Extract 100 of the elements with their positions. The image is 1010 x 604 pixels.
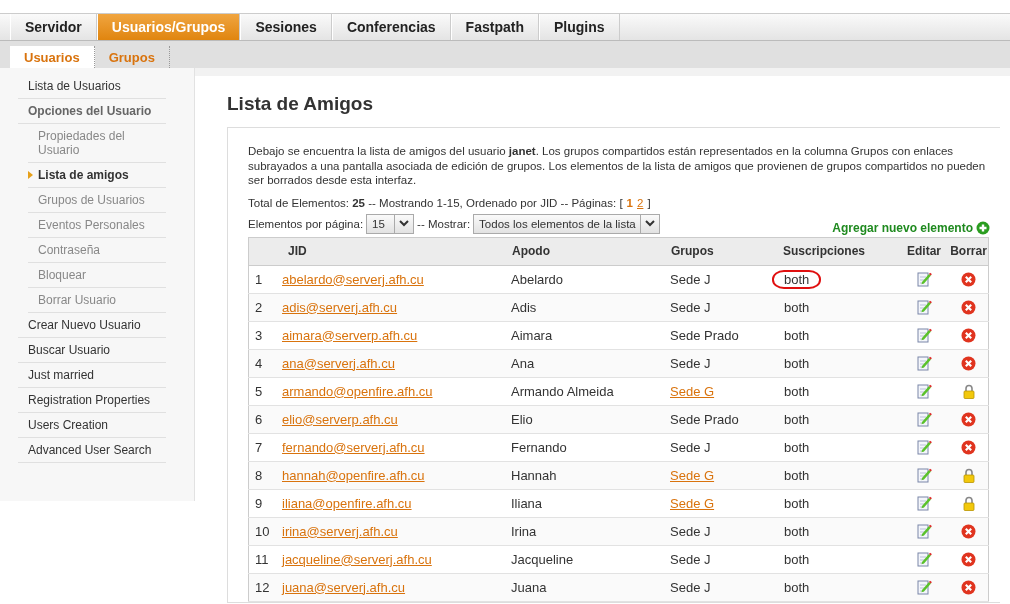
nav-tab[interactable]: Plugins (538, 14, 620, 40)
sidebar-item[interactable]: Lista de Usuarios (18, 74, 166, 99)
table-cell-text: Sede J (670, 355, 711, 371)
sidebar-item[interactable]: Just married (18, 363, 166, 388)
row-number: 11 (248, 545, 282, 573)
edit-icon[interactable] (916, 271, 932, 288)
table-cell-text: both (783, 326, 811, 344)
group-link[interactable]: Sede G (670, 495, 715, 511)
column-header: Borrar (949, 237, 989, 265)
jid-link[interactable]: fernando@serverj.afh.cu (282, 439, 425, 455)
table-cell: Abelardo (511, 265, 670, 293)
sidebar-item[interactable]: Propiedades del Usuario (28, 124, 166, 163)
table-cell: Armando Almeida (511, 377, 670, 405)
row-number: 1 (248, 265, 282, 293)
jid-link[interactable]: jacqueline@serverj.afh.cu (282, 551, 432, 567)
table-cell-text: Sede J (670, 551, 711, 567)
table-cell-text: Sede J (670, 299, 711, 315)
edit-icon[interactable] (916, 579, 932, 596)
filter-label: -- Mostrar: (417, 217, 471, 230)
group-link[interactable]: Sede G (670, 383, 715, 399)
delete-icon[interactable] (961, 524, 976, 540)
edit-icon[interactable] (916, 523, 932, 540)
nav-tab[interactable]: Servidor (10, 14, 97, 40)
delete-icon[interactable] (961, 580, 976, 596)
edit-icon[interactable] (916, 411, 932, 428)
per-page-label: Elementos por página: (248, 217, 364, 230)
edit-icon[interactable] (916, 383, 932, 400)
row-number: 2 (248, 293, 282, 321)
row-number: 7 (248, 433, 282, 461)
add-item-link[interactable]: Agregar nuevo elemento (832, 220, 973, 235)
edit-icon[interactable] (916, 495, 932, 512)
table-cell-text: both (783, 298, 811, 316)
sidebar-item[interactable]: Users Creation (18, 413, 166, 438)
sub-tab[interactable]: Usuarios (10, 46, 95, 68)
sidebar-item[interactable]: Registration Properties (18, 388, 166, 413)
table-cell: Fernando (511, 433, 670, 461)
delete-icon[interactable] (961, 272, 976, 288)
sidebar-item[interactable]: Advanced User Search (18, 438, 166, 463)
edit-icon[interactable] (916, 355, 932, 372)
column-header: JID (282, 237, 511, 265)
nav-tab[interactable]: Sesiones (240, 14, 332, 40)
nav-tab[interactable]: Conferencias (331, 14, 451, 40)
table-cell: Iliana (511, 489, 670, 517)
table-cell: Hannah (511, 461, 670, 489)
sidebar-item[interactable]: Buscar Usuario (18, 338, 166, 363)
table-cell-text: Sede Prado (670, 327, 739, 343)
filter-select[interactable]: Todos los elementos de la lista (473, 213, 660, 234)
table-cell-text: Sede J (670, 271, 711, 287)
table-cell-text: both (783, 382, 811, 400)
delete-icon[interactable] (961, 328, 976, 344)
jid-link[interactable]: abelardo@serverj.afh.cu (282, 271, 424, 287)
sidebar-item[interactable]: Contraseña (28, 238, 166, 263)
summary-text: Total de Elementos: 25 -- Mostrando 1-15, Ordenado por JID -- Páginas: [ (248, 196, 623, 209)
row-number: 5 (248, 377, 282, 405)
delete-icon[interactable] (961, 552, 976, 568)
page-link[interactable]: 2 (637, 196, 644, 209)
row-number: 8 (248, 461, 282, 489)
nav-tab[interactable]: Fastpath (450, 14, 539, 40)
table-cell-text: both (783, 466, 811, 484)
delete-icon[interactable] (961, 440, 976, 456)
table-cell: Elio (511, 405, 670, 433)
column-header: Apodo (511, 237, 670, 265)
edit-icon[interactable] (916, 439, 932, 456)
table-cell-text: Sede J (670, 523, 711, 539)
table-cell: Ana (511, 349, 670, 377)
sidebar-item[interactable]: Lista de amigos (28, 163, 166, 188)
edit-icon[interactable] (916, 327, 932, 344)
edit-icon[interactable] (916, 467, 932, 484)
table-cell-text: both (783, 494, 811, 512)
jid-link[interactable]: aimara@serverp.afh.cu (282, 327, 418, 343)
table-cell: Jacqueline (511, 545, 670, 573)
edit-icon[interactable] (916, 299, 932, 316)
row-number: 6 (248, 405, 282, 433)
row-number: 12 (248, 573, 282, 601)
row-number: 4 (248, 349, 282, 377)
table-cell-text: both (783, 410, 811, 428)
add-icon[interactable] (976, 220, 990, 235)
page-link[interactable]: 1 (626, 196, 633, 209)
table-cell-text: both (783, 354, 811, 372)
table-cell: Adis (511, 293, 670, 321)
sidebar-item[interactable]: Grupos de Usuarios (28, 188, 166, 213)
page-title: Lista de Amigos (227, 93, 375, 116)
sidebar-item[interactable]: Opciones del Usuario (18, 99, 166, 124)
delete-icon[interactable] (961, 412, 976, 428)
table-cell-text: both (783, 550, 811, 568)
sidebar-item[interactable]: Borrar Usuario (28, 288, 166, 313)
jid-link[interactable]: armando@openfire.afh.cu (282, 383, 433, 399)
sidebar-item[interactable]: Eventos Personales (28, 213, 166, 238)
table-cell-text: both (783, 438, 811, 456)
sidebar-item[interactable]: Crear Nuevo Usuario (18, 313, 166, 338)
delete-icon[interactable] (961, 356, 976, 372)
bracket-text: ] (647, 196, 651, 209)
delete-icon[interactable] (961, 300, 976, 316)
sidebar-item[interactable]: Bloquear (28, 263, 166, 288)
edit-icon[interactable] (916, 551, 932, 568)
table-cell-text: both (783, 522, 811, 540)
per-page-select[interactable]: 15 (366, 213, 415, 234)
row-number: 3 (248, 321, 282, 349)
jid-link[interactable]: iliana@openfire.afh.cu (282, 495, 412, 511)
nav-tab[interactable]: Usuarios/Grupos (96, 14, 241, 40)
